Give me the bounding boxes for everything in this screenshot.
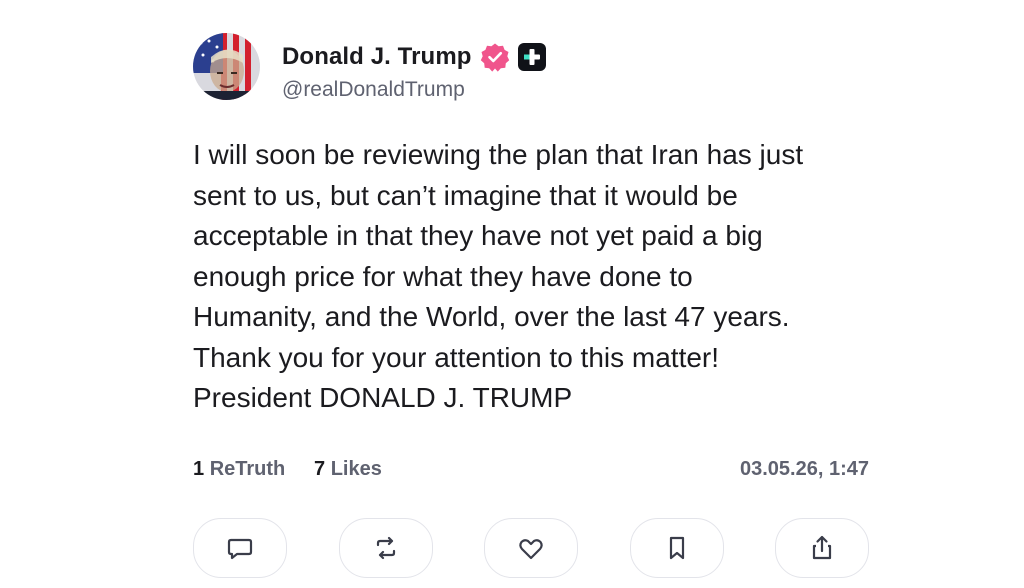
retruths-count: 1 [193,458,205,480]
author-name[interactable]: Donald J. Trump [282,43,472,71]
post-line: President DONALD J. TRUMP [193,382,573,413]
share-icon [812,535,832,560]
share-button[interactable] [775,518,869,578]
post-actions [193,518,873,588]
author-handle[interactable]: @realDonaldTrump [282,78,465,102]
like-button[interactable] [484,518,578,578]
retruth-button[interactable] [339,518,433,578]
retruth-icon [376,536,396,560]
post-header: Donald J. Trump @realDonaldTrump [193,30,893,104]
truth-plus-icon [517,43,546,71]
post-card: Donald J. Trump @realDonaldTrump I will … [193,30,893,578]
avatar-image [193,33,260,100]
post-stats: 1 ReTruth 7 Likes 03.05.26, 1:47 [193,458,869,486]
verified-badge-icon [480,42,510,72]
post-line: Humanity, and the World, over the last 4… [193,301,790,332]
reply-button[interactable] [193,518,287,578]
bookmark-button[interactable] [630,518,724,578]
post-line: enough price for what they have done to [193,260,693,292]
post-line: sent to us, but can’t imagine that it wo… [193,179,738,211]
post-line: Thank you for your attention to this mat… [193,341,720,373]
post-timestamp[interactable]: 03.05.26, 1:47 [740,458,869,481]
comment-icon [227,538,253,560]
retruths-label: ReTruth [209,458,286,480]
likes-stat[interactable]: 7 Likes [314,458,382,481]
bookmark-icon [669,536,685,560]
likes-count: 7 [314,458,326,480]
author-name-row: Donald J. Trump [282,42,546,72]
likes-label: Likes [330,458,382,480]
post-body: I will soon be reviewing the plan that I… [193,135,893,419]
post-line: acceptable in that they have not yet pai… [193,220,763,251]
avatar[interactable] [193,33,260,100]
retruths-stat[interactable]: 1 ReTruth [193,458,285,481]
post-line: I will soon be reviewing the plan that I… [193,139,804,170]
like-heart-icon [519,539,543,560]
